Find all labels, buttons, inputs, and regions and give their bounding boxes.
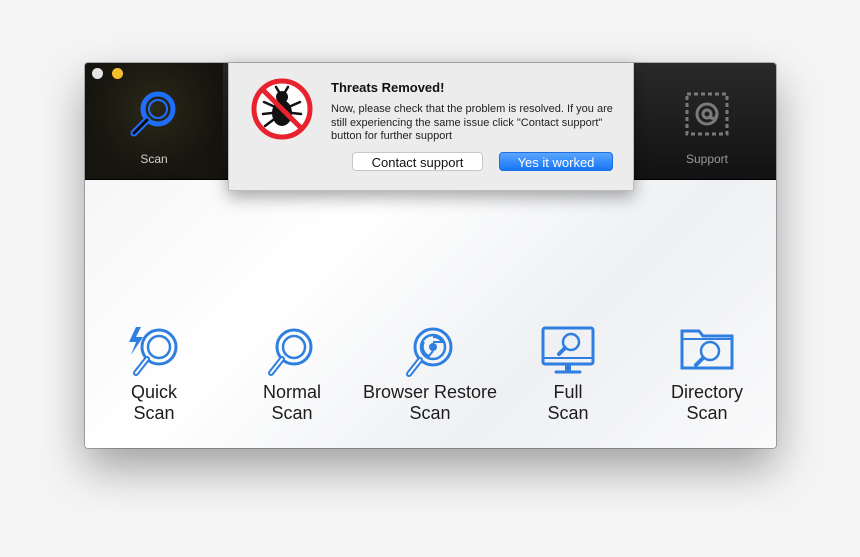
toolbar-item-scan[interactable]: Scan — [85, 63, 223, 179]
toolbar-item-label: Scan — [140, 152, 168, 166]
yes-it-worked-button[interactable]: Yes it worked — [499, 152, 613, 171]
option-label-line1: Directory — [670, 382, 743, 402]
at-stamp-icon — [685, 92, 729, 136]
magnifier-icon — [130, 91, 176, 137]
option-label-line2: Scan — [547, 403, 589, 423]
option-label-line1: Browser Restore — [362, 382, 498, 402]
directory-scan-icon — [680, 329, 734, 370]
option-label-line1: Full — [553, 382, 583, 402]
alert-message: Now, please check that the problem is re… — [331, 103, 613, 142]
threats-removed-alert: Threats Removed! Now, please check that … — [228, 63, 634, 191]
option-label-line1: Normal — [262, 382, 321, 402]
browser-scan-icon — [406, 327, 453, 377]
option-label-line2: Scan — [133, 403, 175, 423]
option-label-line2: Scan — [686, 403, 728, 423]
toolbar-item-label: Support — [685, 152, 729, 166]
minimize-window-button[interactable] — [112, 68, 123, 79]
option-label-line1: Quick — [130, 382, 177, 402]
full-scan-icon — [541, 326, 595, 374]
option-label-line2: Scan — [409, 403, 451, 423]
no-bug-icon — [251, 78, 313, 140]
close-window-button[interactable] — [92, 68, 103, 79]
quick-scan-option[interactable]: Quick Scan — [85, 325, 224, 424]
normal-scan-icon — [268, 328, 313, 376]
contact-support-button[interactable]: Contact support — [352, 152, 483, 171]
normal-scan-option[interactable]: Normal Scan — [222, 325, 362, 424]
quick-scan-icon — [129, 327, 178, 376]
full-scan-option[interactable]: Full Scan — [498, 325, 638, 424]
toolbar-item-support[interactable]: Support — [638, 63, 776, 179]
alert-title: Threats Removed! — [331, 80, 445, 95]
browser-restore-scan-option[interactable]: Browser Restore Scan — [360, 325, 500, 424]
directory-scan-option[interactable]: Directory Scan — [637, 325, 776, 424]
option-label-line2: Scan — [271, 403, 313, 423]
